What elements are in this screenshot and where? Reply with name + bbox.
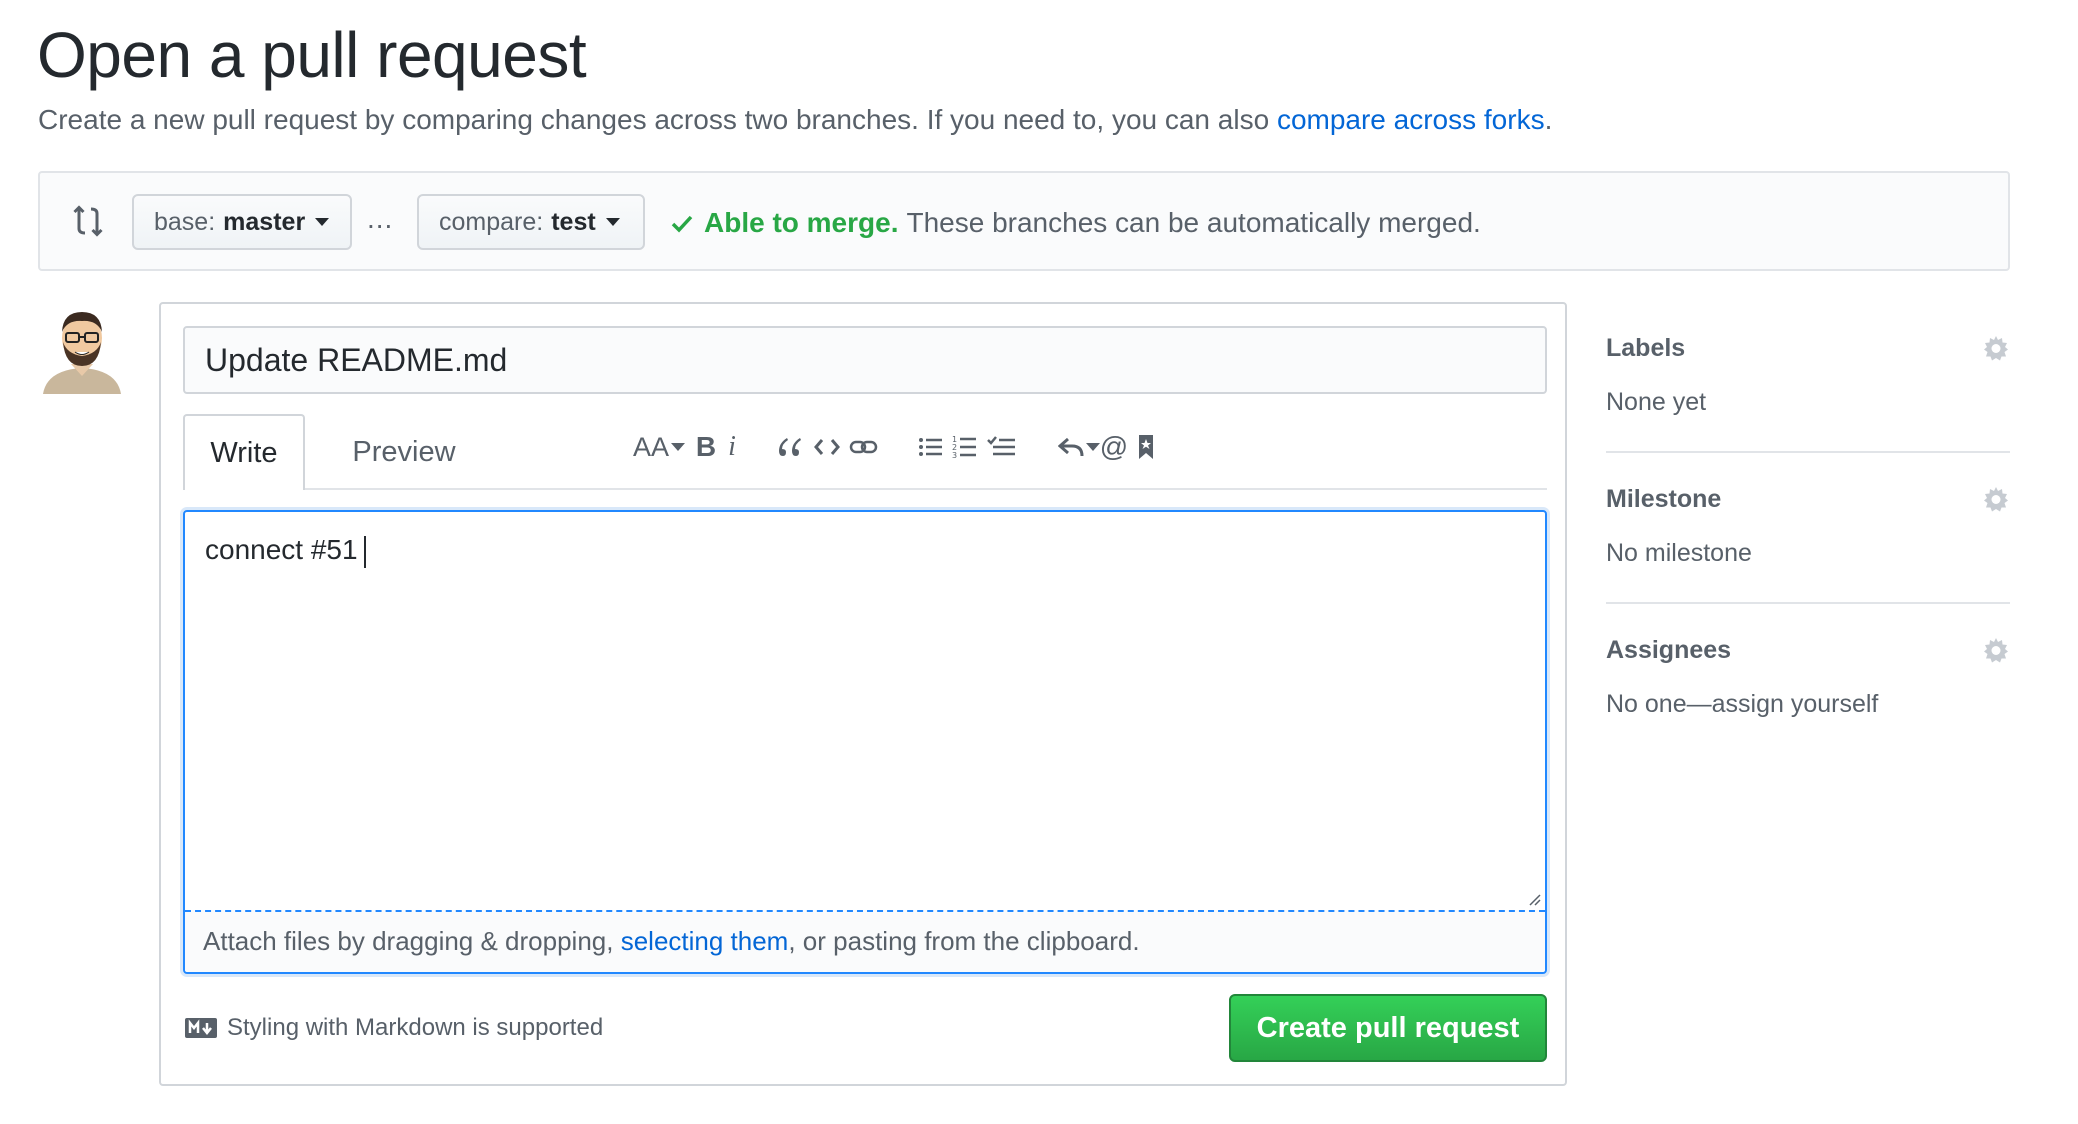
svg-text:3: 3 [952,451,957,460]
mention-icon[interactable]: @ [1097,424,1131,470]
text-size-icon[interactable]: AA [631,424,687,470]
compare-branch-name: test [551,207,596,236]
gear-icon[interactable] [1982,485,2010,513]
subtitle-text: Create a new pull request by comparing c… [38,104,1277,135]
page-subtitle: Create a new pull request by comparing c… [38,104,1552,136]
subtitle-end: . [1544,104,1553,135]
sidebar-assignees: Assignees No one—assign yourself [1606,604,2010,755]
compare-across-forks-link[interactable]: compare across forks [1277,104,1545,135]
sidebar-labels: Labels None yet [1606,302,2010,453]
assignees-value[interactable]: No one—assign yourself [1606,690,1878,719]
sidebar-milestone: Milestone No milestone [1606,453,2010,604]
tab-preview[interactable]: Preview [329,414,479,490]
resize-handle-icon[interactable] [1527,892,1541,906]
compare-arrows-icon [73,205,103,237]
merge-ok-text: Able to merge. [704,207,899,238]
chevron-down-icon [605,218,620,226]
gear-icon[interactable] [1982,334,2010,362]
code-icon[interactable] [809,424,845,470]
milestone-value: No milestone [1606,539,1752,567]
chevron-down-icon [671,443,686,451]
pull-request-form: Write Preview AA B i 123 @ [159,302,1567,1086]
labels-heading: Labels [1606,334,1686,362]
page-title: Open a pull request [37,19,587,91]
text-size-glyph: AA [632,431,670,462]
bookmark-icon[interactable] [1129,424,1163,470]
file-drop-zone[interactable]: Attach files by dragging & dropping, sel… [185,910,1545,972]
tab-write[interactable]: Write [183,414,305,490]
range-separator: ... [367,203,394,234]
quote-icon[interactable] [771,424,807,470]
assignees-heading: Assignees [1606,636,1732,664]
markdown-note[interactable]: Styling with Markdown is supported [185,1014,603,1042]
branch-range-bar: base: master ... compare: test Able to m… [38,171,2010,271]
pr-body-textarea[interactable]: connect #51 [205,534,366,568]
labels-value: None yet [1606,388,1707,416]
pr-body-text: connect #51 [205,534,358,565]
create-pull-request-button[interactable]: Create pull request [1229,994,1547,1062]
gear-icon[interactable] [1982,636,2010,664]
reply-icon[interactable] [1055,424,1103,470]
attach-prefix: Attach files by dragging & dropping, [203,926,621,956]
base-prefix: base: [154,207,216,236]
pr-sidebar: Labels None yet Milestone No milestone A… [1606,302,2010,755]
link-icon[interactable] [845,424,883,470]
attach-suffix: , or pasting from the clipboard. [788,926,1140,956]
pr-body-editor[interactable]: connect #51 Attach files by dragging & d… [183,510,1547,974]
compare-prefix: compare: [439,207,544,236]
merge-description: These branches can be automatically merg… [906,207,1481,238]
select-files-link[interactable]: selecting them [621,926,789,956]
check-icon [671,215,693,233]
pr-title-input[interactable] [183,326,1547,394]
task-list-icon[interactable] [983,424,1021,470]
merge-status: Able to merge. These branches can be aut… [670,207,1481,239]
numbered-list-icon[interactable]: 123 [947,424,983,470]
milestone-heading: Milestone [1606,485,1722,513]
base-branch-name: master [223,207,306,236]
italic-icon[interactable]: i [717,424,747,470]
markdown-note-text: Styling with Markdown is supported [227,1014,604,1041]
markdown-icon [185,1018,217,1038]
bulleted-list-icon[interactable] [913,424,949,470]
user-avatar [43,312,121,394]
compare-branch-dropdown[interactable]: compare: test [417,194,645,250]
chevron-down-icon [315,218,330,226]
base-branch-dropdown[interactable]: base: master [132,194,352,250]
text-cursor [363,535,366,568]
